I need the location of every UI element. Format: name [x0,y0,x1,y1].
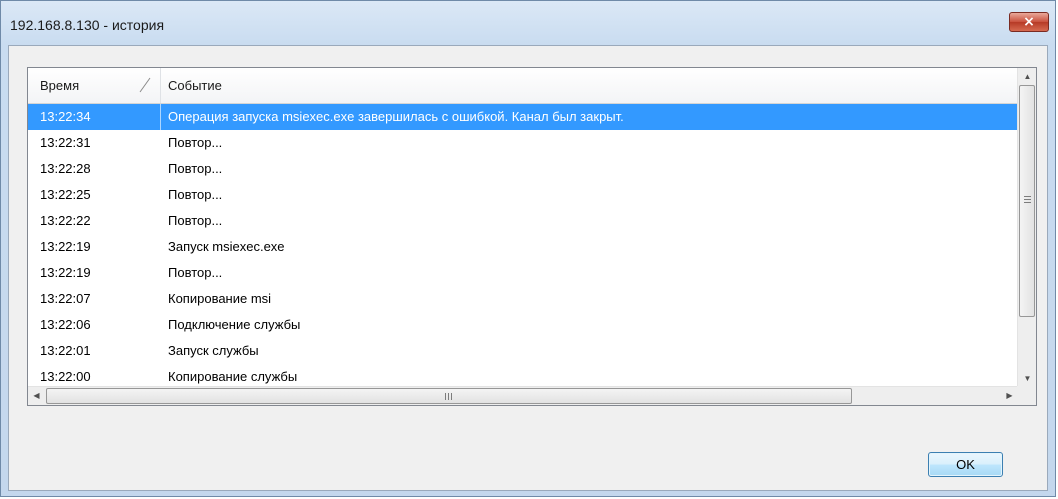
list-row[interactable]: 13:22:34 Операция запуска msiexec.exe за… [28,104,1018,130]
row-time: 13:22:28 [40,161,91,176]
grip-line [1024,202,1031,203]
column-header-event[interactable]: Событие [161,68,1018,103]
row-event: Повтор... [168,161,223,176]
row-time: 13:22:06 [40,317,91,332]
grip-line [1024,199,1031,200]
grip-line [448,393,449,400]
row-event: Операция запуска msiexec.exe завершилась… [168,109,624,124]
window-title: 192.168.8.130 - история [10,17,165,33]
list-rows: 13:22:34 Операция запуска msiexec.exe за… [28,104,1018,390]
grip-line [1024,196,1031,197]
row-event: Повтор... [168,187,223,202]
close-button[interactable]: × [1009,12,1049,32]
list-header: Время Событие [28,68,1018,104]
vertical-scrollbar[interactable]: ▲ ▼ [1017,68,1036,387]
list-row[interactable]: 13:22:28 Повтор... [28,156,1018,182]
list-row[interactable]: 13:22:22 Повтор... [28,208,1018,234]
vertical-scroll-thumb[interactable] [1019,85,1035,317]
ok-button[interactable]: OK [928,452,1003,477]
close-icon: × [1023,14,1035,30]
row-time: 13:22:34 [28,104,161,130]
list-row[interactable]: 13:22:19 Запуск msiexec.exe [28,234,1018,260]
horizontal-scrollbar[interactable]: ◀ ▶ [28,386,1018,405]
scroll-left-icon[interactable]: ◀ [28,387,45,405]
row-event: Повтор... [168,265,223,280]
list-row[interactable]: 13:22:19 Повтор... [28,260,1018,286]
column-header-time-label: Время [40,78,80,93]
title-bar[interactable]: 192.168.8.130 - история × [1,1,1055,45]
sort-ascending-icon [139,77,151,93]
scroll-right-icon[interactable]: ▶ [1001,387,1018,405]
row-event: Подключение службы [168,317,301,332]
row-time: 13:22:31 [40,135,91,150]
row-time: 13:22:25 [40,187,91,202]
column-header-time[interactable]: Время [28,68,161,103]
grip-line [451,393,452,400]
row-time: 13:22:07 [40,291,91,306]
row-event: Запуск службы [168,343,259,358]
row-time: 13:22:19 [40,265,91,280]
row-event: Запуск msiexec.exe [168,239,285,254]
history-list[interactable]: Время Событие 13:22:34 Операция запуска … [27,67,1037,406]
scrollbar-corner [1017,386,1036,405]
column-header-event-label: Событие [168,78,222,93]
list-row[interactable]: 13:22:07 Копирование msi [28,286,1018,312]
row-event: Копирование msi [168,291,272,306]
row-time: 13:22:19 [40,239,91,254]
list-row[interactable]: 13:22:25 Повтор... [28,182,1018,208]
row-time: 13:22:22 [40,213,91,228]
list-row[interactable]: 13:22:06 Подключение службы [28,312,1018,338]
list-row[interactable]: 13:22:01 Запуск службы [28,338,1018,364]
scroll-up-icon[interactable]: ▲ [1018,68,1036,85]
row-event: Повтор... [168,135,223,150]
grip-line [445,393,446,400]
row-event: Повтор... [168,213,223,228]
row-time: 13:22:01 [40,343,91,358]
list-row[interactable]: 13:22:31 Повтор... [28,130,1018,156]
scroll-down-icon[interactable]: ▼ [1018,370,1036,387]
horizontal-scroll-thumb[interactable] [46,388,852,404]
